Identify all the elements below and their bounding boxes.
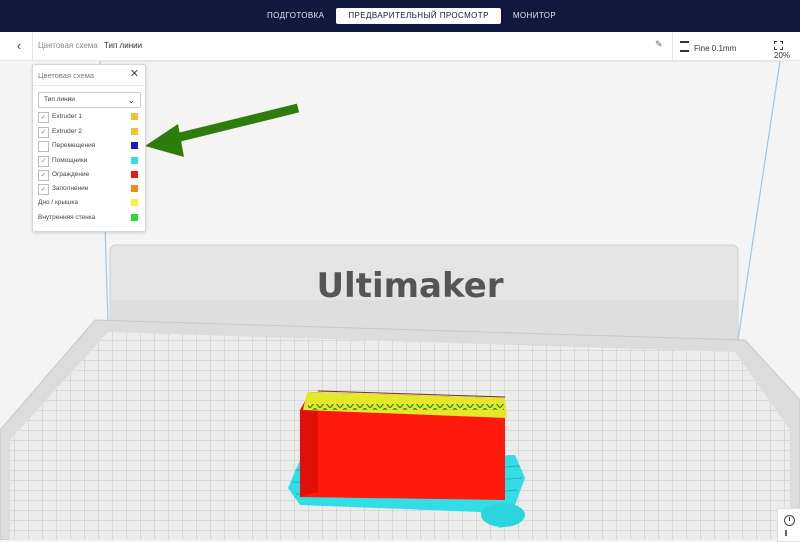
edit-pencil-icon[interactable]: ✎ xyxy=(655,39,663,50)
legend-label: Extruder 2 xyxy=(52,128,82,135)
clock-icon xyxy=(784,515,795,526)
breadcrumb-line-type[interactable]: Тип линии xyxy=(104,41,142,50)
legend-item-infill: ✓ Заполнение xyxy=(38,183,140,195)
print-info-button[interactable] xyxy=(777,508,800,542)
helpers-checkbox[interactable]: ✓ xyxy=(38,156,49,167)
infill-icon xyxy=(774,41,783,50)
legend-label: Внутренняя стенка xyxy=(38,214,96,221)
color-swatch xyxy=(131,142,138,149)
legend-item-extruder-2: ✓ Extruder 2 xyxy=(38,126,140,138)
legend-item-extruder-1: ✓ Extruder 1 xyxy=(38,111,140,123)
legend-label: Перемещения xyxy=(52,142,96,149)
tab-monitor[interactable]: МОНИТОР xyxy=(501,8,568,24)
close-icon[interactable]: ✕ xyxy=(130,68,139,80)
color-scheme-panel: Цветовая схема ✕ Тип линии ⌄ ✓ Extruder … xyxy=(32,64,146,232)
color-swatch xyxy=(131,128,138,135)
divider xyxy=(672,32,673,60)
legend-label: Помощники xyxy=(52,157,88,164)
color-swatch xyxy=(131,185,138,192)
profile-label: Fine 0.1mm xyxy=(694,44,737,53)
printed-model xyxy=(300,390,507,500)
extruder-1-checkbox[interactable]: ✓ xyxy=(38,112,49,123)
color-scheme-dropdown[interactable]: Тип линии ⌄ xyxy=(38,92,141,108)
color-swatch xyxy=(131,199,138,206)
backplate-brand-text: Ultimaker xyxy=(316,266,503,306)
color-swatch xyxy=(131,157,138,164)
infill-label: 20% xyxy=(774,51,791,60)
shell-checkbox[interactable]: ✓ xyxy=(38,170,49,181)
breadcrumb-color-scheme[interactable]: Цветовая схема xyxy=(38,41,98,50)
extruder-2-checkbox[interactable]: ✓ xyxy=(38,127,49,138)
legend-label: Заполнение xyxy=(52,185,89,192)
panel-title: Цветовая схема xyxy=(38,71,95,80)
chevron-down-icon: ⌄ xyxy=(127,95,135,105)
legend-label: Ограждение xyxy=(52,171,90,178)
divider xyxy=(32,32,33,60)
travel-checkbox[interactable] xyxy=(38,141,49,152)
legend-item-helpers: ✓ Помощники xyxy=(38,155,140,167)
tab-preview[interactable]: ПРЕДВАРИТЕЛЬНЫЙ ПРОСМОТР xyxy=(336,8,501,24)
panel-header: Цветовая схема ✕ xyxy=(33,65,145,86)
tab-prepare[interactable]: ПОДГОТОВКА xyxy=(255,8,336,24)
legend-item-top-bottom: Дно / крышка xyxy=(38,197,140,209)
chart-icon xyxy=(785,530,796,536)
profile-layers-icon xyxy=(680,41,689,52)
dropdown-value: Тип линии xyxy=(44,96,75,103)
infill-indicator[interactable]: 20% xyxy=(774,41,800,60)
legend-label: Extruder 1 xyxy=(52,113,82,120)
annotation-arrow xyxy=(145,103,300,157)
color-swatch xyxy=(131,113,138,120)
view-toolbar: ‹ Цветовая схема Тип линии ✎ Fine 0.1mm … xyxy=(0,32,800,61)
color-swatch xyxy=(131,214,138,221)
legend-label: Дно / крышка xyxy=(38,199,78,206)
legend-item-travel: Перемещения xyxy=(38,140,140,152)
print-profile-selector[interactable]: Fine 0.1mm xyxy=(680,41,736,53)
top-navigation-bar: ПОДГОТОВКА ПРЕДВАРИТЕЛЬНЫЙ ПРОСМОТР МОНИ… xyxy=(0,0,800,32)
infill-checkbox[interactable]: ✓ xyxy=(38,184,49,195)
stage-tabs: ПОДГОТОВКА ПРЕДВАРИТЕЛЬНЫЙ ПРОСМОТР МОНИ… xyxy=(255,8,568,24)
legend-item-shell: ✓ Ограждение xyxy=(38,169,140,181)
color-swatch xyxy=(131,171,138,178)
back-chevron-icon[interactable]: ‹ xyxy=(10,37,28,55)
legend-item-inner-wall: Внутренняя стенка xyxy=(38,212,140,224)
